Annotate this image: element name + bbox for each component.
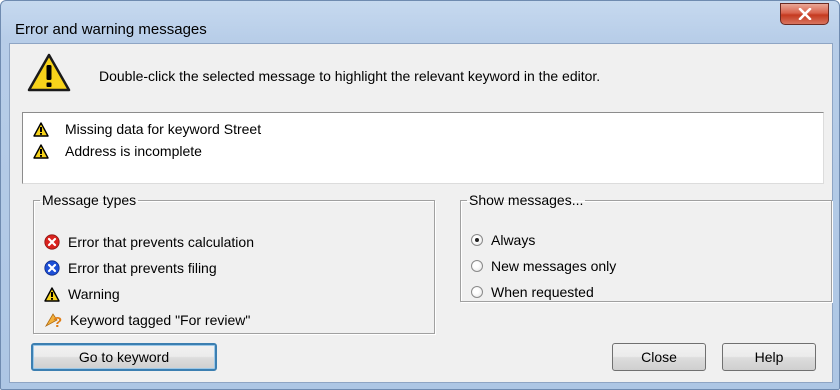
type-item: Error that prevents filing [44, 258, 217, 278]
list-item[interactable]: Address is incomplete [33, 141, 202, 161]
instruction-text: Double-click the selected message to hig… [99, 68, 601, 84]
svg-text:?: ? [53, 314, 62, 329]
message-text: Address is incomplete [65, 143, 202, 159]
message-text: Missing data for keyword Street [65, 121, 262, 137]
radio-button[interactable] [471, 286, 483, 298]
type-item: Warning [44, 284, 120, 304]
review-tag-icon: ? [44, 313, 62, 329]
window-title: Error and warning messages [15, 21, 207, 38]
message-types-group: Message types Error that prevents calcul… [33, 192, 435, 334]
type-label: Error that prevents filing [68, 260, 217, 276]
warning-icon [33, 143, 49, 159]
type-label: Warning [68, 286, 120, 302]
title-bar[interactable]: Error and warning messages [1, 1, 839, 43]
list-item[interactable]: Missing data for keyword Street [33, 119, 261, 139]
show-messages-group: Show messages... Always New messages onl… [460, 192, 832, 302]
message-types-legend: Message types [42, 192, 137, 208]
message-list[interactable]: Missing data for keyword Street Address … [22, 112, 824, 184]
close-icon [798, 8, 811, 20]
radio-label[interactable]: Always [491, 232, 535, 248]
error-filing-icon [44, 260, 60, 276]
show-messages-legend: Show messages... [469, 192, 584, 208]
type-label: Error that prevents calculation [68, 234, 254, 250]
dialog-window: Error and warning messages Double-click … [0, 0, 840, 390]
radio-new-messages-only[interactable]: New messages only [471, 256, 616, 276]
dialog-body: Double-click the selected message to hig… [9, 43, 833, 383]
warning-icon [44, 286, 60, 302]
type-item: ? Keyword tagged "For review" [44, 310, 250, 330]
go-to-keyword-button[interactable]: Go to keyword [31, 343, 217, 371]
large-warning-icon [27, 53, 71, 96]
type-item: Error that prevents calculation [44, 232, 254, 252]
radio-always[interactable]: Always [471, 230, 535, 250]
type-label: Keyword tagged "For review" [70, 312, 251, 328]
error-calculation-icon [44, 234, 60, 250]
close-window-button[interactable] [780, 3, 829, 25]
radio-when-requested[interactable]: When requested [471, 282, 594, 302]
help-button[interactable]: Help [722, 343, 816, 371]
radio-button[interactable] [471, 260, 483, 272]
close-button[interactable]: Close [612, 343, 706, 371]
warning-icon [33, 121, 49, 137]
radio-label[interactable]: When requested [491, 284, 594, 300]
radio-button-selected[interactable] [471, 234, 483, 246]
radio-label[interactable]: New messages only [491, 258, 616, 274]
